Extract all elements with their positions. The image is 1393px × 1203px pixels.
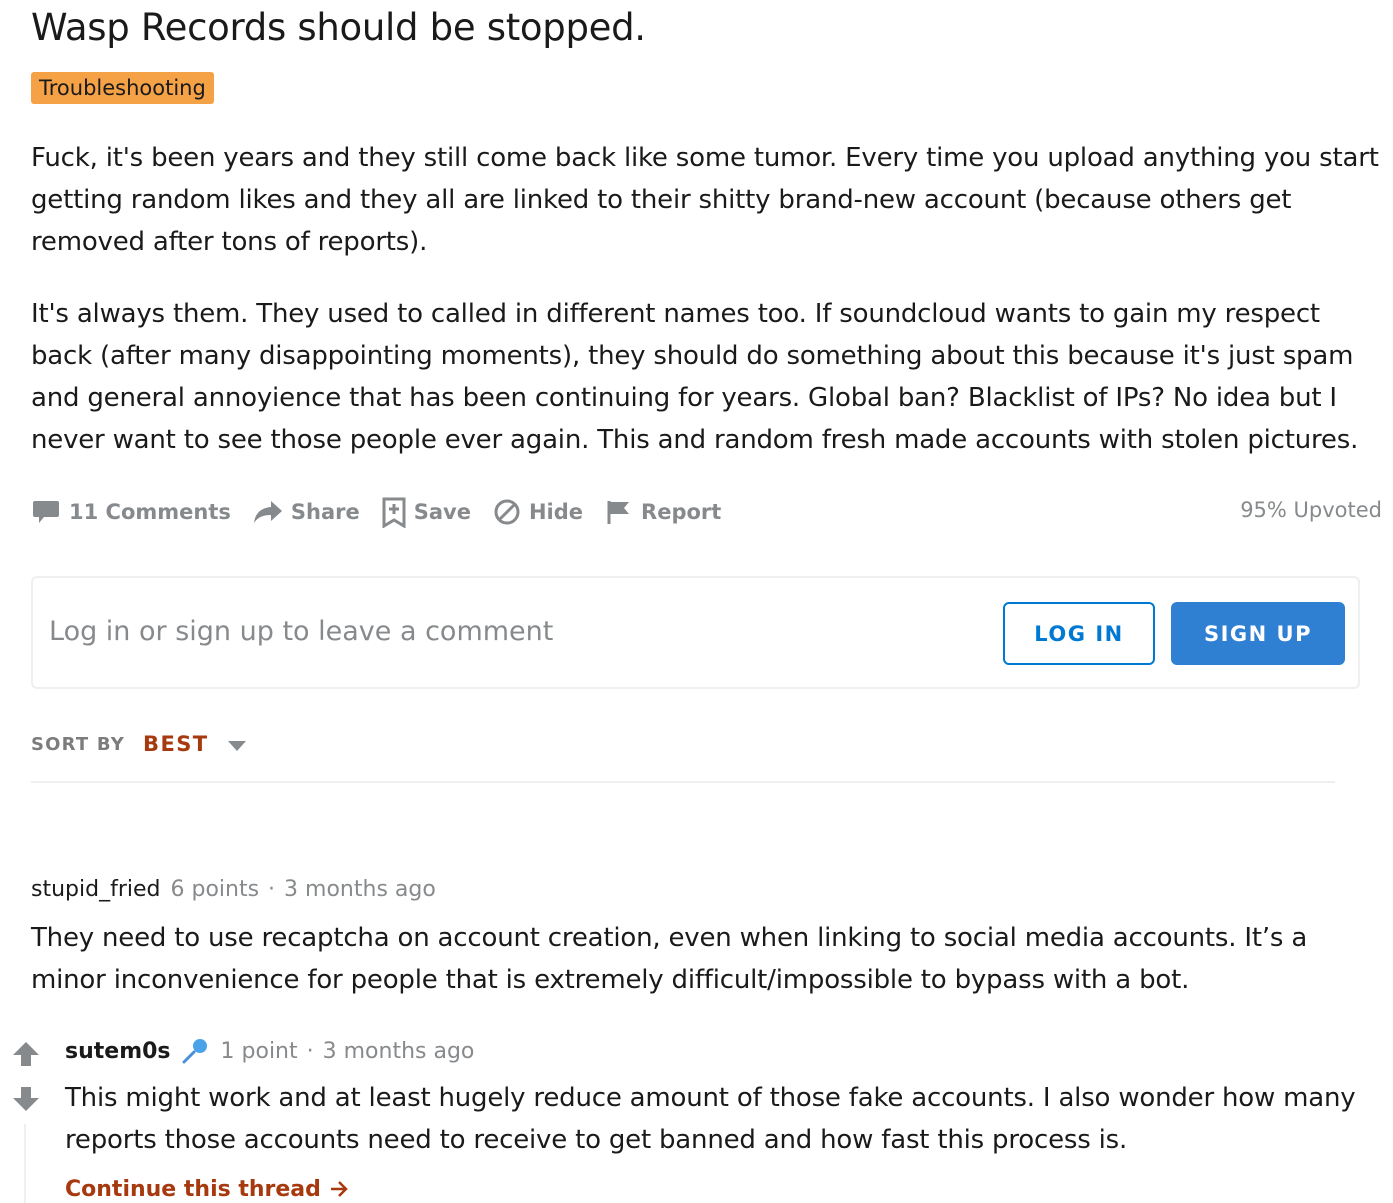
upvote-icon[interactable] [12, 1041, 40, 1071]
post-actions-bar: 11 Comments Share Save Hide Report [31, 490, 743, 534]
sort-dropdown[interactable]: SORT BY BEST [31, 732, 247, 756]
continue-thread-link[interactable]: Continue this thread [65, 1177, 349, 1202]
comment-points: 1 point [220, 1038, 298, 1064]
post-flair[interactable]: Troubleshooting [31, 72, 214, 104]
mic-icon [181, 1037, 209, 1065]
comment-time[interactable]: 3 months ago [284, 877, 436, 902]
divider [31, 781, 1335, 783]
post-title: Wasp Records should be stopped. [31, 6, 646, 49]
share-label: Share [290, 500, 360, 524]
report-icon [607, 501, 630, 524]
meta-separator: · [306, 1038, 314, 1064]
save-button[interactable]: Save [382, 496, 471, 528]
comment-login-prompt: Log in or sign up to leave a comment [49, 616, 554, 647]
share-button[interactable]: Share [253, 499, 360, 525]
report-button[interactable]: Report [605, 498, 721, 526]
comment-login-box: Log in or sign up to leave a comment LOG… [31, 576, 1360, 689]
comment-author[interactable]: stupid_fried [31, 877, 160, 902]
upvoted-ratio: 95% Upvoted [1240, 498, 1382, 522]
comment-body: They need to use recaptcha on account cr… [31, 923, 1308, 995]
comment-time[interactable]: 3 months ago [323, 1039, 475, 1064]
continue-thread-label: Continue this thread [65, 1177, 321, 1202]
comment-author[interactable]: sutem0s [65, 1039, 171, 1064]
sort-label: SORT BY [31, 733, 126, 755]
comments-label: 11 Comments [69, 500, 231, 524]
save-icon [382, 497, 406, 528]
share-icon [253, 501, 282, 523]
comment-points: 6 points [170, 877, 260, 902]
hide-icon [494, 499, 520, 525]
comment-body: This might work and at least hugely redu… [65, 1083, 1356, 1155]
meta-separator: · [268, 877, 276, 902]
post-body-paragraph: Fuck, it's been years and they still com… [31, 143, 1379, 257]
hide-label: Hide [528, 500, 584, 524]
thread-line[interactable] [24, 1124, 26, 1203]
comment-meta: sutem0s 1 point · 3 months ago [65, 1037, 474, 1065]
comments-button[interactable]: 11 Comments [31, 498, 231, 526]
comment-meta: stupid_fried 6 points · 3 months ago [31, 877, 436, 902]
sort-value[interactable]: BEST [143, 732, 208, 756]
signup-button[interactable]: SIGN UP [1171, 602, 1345, 665]
post-body-paragraph: It's always them. They used to called in… [31, 299, 1359, 455]
caret-down-icon[interactable] [228, 741, 247, 751]
comment-icon [33, 501, 59, 523]
login-button[interactable]: LOG IN [1003, 602, 1155, 665]
arrow-right-icon [330, 1181, 348, 1197]
report-label: Report [641, 500, 722, 524]
save-label: Save [413, 500, 471, 524]
downvote-icon[interactable] [12, 1086, 40, 1116]
hide-button[interactable]: Hide [493, 498, 583, 526]
